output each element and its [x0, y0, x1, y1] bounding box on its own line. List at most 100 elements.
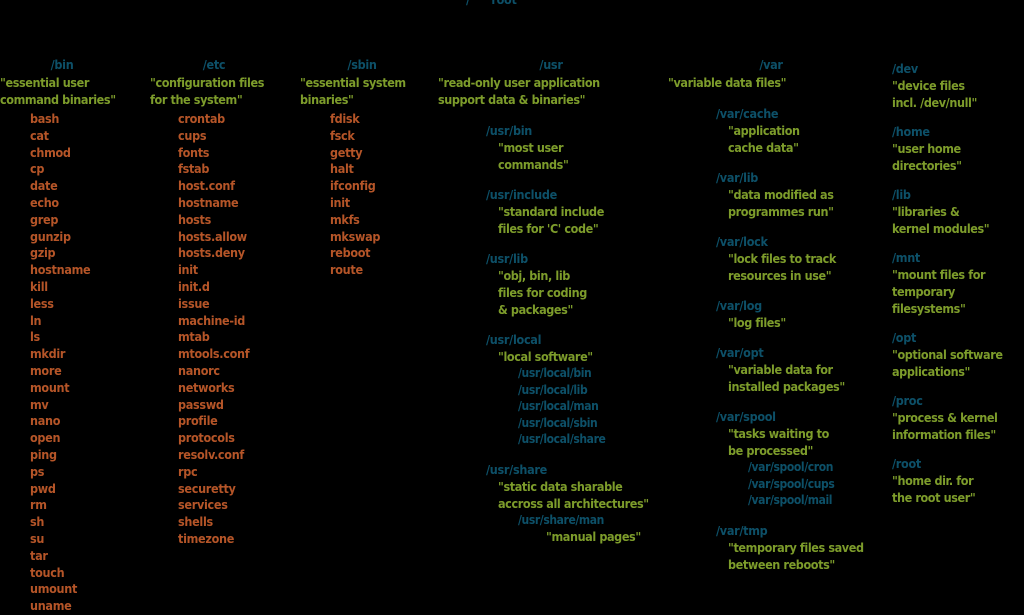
- subdirectory-description: "log files": [668, 314, 886, 331]
- file-entry: fstab: [178, 161, 210, 177]
- column-description-line: command binaries": [0, 92, 116, 107]
- file-entry: hostname: [30, 262, 91, 278]
- subdirectory-description-line: "log files": [728, 315, 786, 330]
- subdirectory-name: /usr/lib: [486, 251, 528, 266]
- file-entry: pwd: [30, 480, 56, 496]
- subdirectory-description-line: programmes run": [728, 204, 834, 219]
- subdirectory-name: /proc: [892, 393, 923, 408]
- subdirectory-description: "data modified as programmes run": [668, 186, 886, 220]
- nested-subdirectory-name: /usr/local/share: [518, 432, 606, 446]
- subdirectory-name: /dev: [892, 61, 918, 76]
- nested-subdirectory-name: /usr/share/man: [518, 512, 604, 527]
- subdirectory-description: "home dir. for the root user": [892, 472, 1024, 506]
- subdirectory-name: /var/lock: [716, 234, 768, 249]
- file-entry: route: [330, 262, 363, 278]
- subdirectory-description-line: "application: [728, 123, 800, 138]
- group-list-misc: /dev "device files incl. /dev/null"/home "u…: [892, 60, 1024, 506]
- subdirectory-description-line: kernel modules": [892, 221, 990, 236]
- directory-group: /lib "libraries & kernel modules": [892, 186, 1024, 237]
- file-entry: mv: [30, 396, 49, 412]
- file-entry: umount: [30, 581, 78, 597]
- file-entry: touch: [30, 564, 65, 580]
- column-description-line: "variable data files": [668, 75, 787, 90]
- subdirectory-description-line: "home dir. for: [892, 473, 974, 488]
- file-entry: resolv.conf: [178, 446, 245, 462]
- column-heading-var: /var: [759, 57, 783, 72]
- subdirectory-description-line: "lock files to track: [728, 251, 836, 266]
- column-description-sbin: "essential system binaries": [300, 74, 430, 108]
- column-description-usr: "read-only user application support data …: [438, 74, 666, 108]
- file-entry: sh: [30, 514, 45, 530]
- file-entry: cat: [30, 127, 49, 143]
- column-heading-etc: /etc: [202, 57, 226, 72]
- nested-subdirectory-description: "manual pages": [518, 528, 666, 545]
- file-entry: nanorc: [178, 362, 220, 378]
- file-entry: fonts: [178, 144, 210, 160]
- subdirectory-name: /opt: [892, 330, 917, 345]
- subdirectory-description-line: "static data sharable: [498, 478, 623, 494]
- subdirectory-description: "device files incl. /dev/null": [892, 77, 1024, 111]
- subdirectory-description: "temporary files saved between reboots": [668, 539, 886, 573]
- column-description-var: "variable data files": [668, 74, 886, 91]
- file-entry: fdisk: [330, 111, 360, 126]
- directory-group: /usr/bin "most user commands": [438, 122, 666, 173]
- subdirectory-description-line: "tasks waiting to: [728, 426, 829, 441]
- directory-group: /mnt "mount files for temporary filesystems…: [892, 249, 1024, 317]
- file-entry: init: [330, 194, 350, 210]
- subdirectory-description-line: "process & kernel: [892, 410, 998, 425]
- column-description-etc: "configuration files for the system": [150, 74, 298, 108]
- nested-subdirectory-name: /var/spool/cron: [748, 460, 833, 474]
- file-entry: init.d: [178, 278, 210, 294]
- file-entry: gzip: [30, 245, 56, 261]
- column-description-line: "essential user: [0, 75, 89, 90]
- file-entry: timezone: [178, 530, 235, 546]
- column-description-line: "read-only user application: [438, 75, 600, 90]
- file-entry: uname: [30, 598, 72, 614]
- file-entry: mkfs: [330, 211, 360, 227]
- nested-subdirectory-list: /var/spool/cron/var/spool/cups/var/spool…: [668, 459, 886, 509]
- subdirectory-description-line: "standard include: [498, 204, 604, 219]
- subdirectory-description-line: "local software": [498, 349, 593, 364]
- column-heading-bin: /bin: [50, 57, 74, 72]
- filesystem-hierarchy-diagram: / "root" /bin "essential user command bin…: [0, 0, 1024, 613]
- column-heading-usr: /usr: [539, 57, 563, 72]
- file-entry: ps: [30, 463, 45, 479]
- subdirectory-description-line: applications": [892, 364, 970, 379]
- subdirectory-description-line: accross all architectures": [498, 495, 649, 511]
- root-path: /: [466, 0, 470, 8]
- root-label: "root": [486, 0, 523, 8]
- subdirectory-description-line: & packages": [498, 302, 573, 317]
- subdirectory-description-line: directories": [892, 158, 962, 173]
- subdirectory-name: /var/log: [716, 298, 762, 313]
- nested-subdirectory-description-line: "manual pages": [546, 529, 641, 544]
- column-description-bin: "essential user command binaries": [0, 74, 148, 108]
- subdirectory-description: "mount files for temporary filesystems": [892, 266, 1024, 317]
- subdirectory-description: "obj, bin, lib files for coding & packages…: [438, 267, 666, 318]
- file-entry: less: [30, 295, 54, 311]
- nested-subdirectory-name: /usr/local/lib: [518, 382, 588, 397]
- subdirectory-description-line: cache data": [728, 140, 799, 155]
- file-entry: passwd: [178, 396, 224, 412]
- subdirectory-description-line: resources in use": [728, 268, 832, 283]
- file-entry: ping: [30, 446, 57, 462]
- file-entry: host.conf: [178, 178, 235, 194]
- subdirectory-description: "most user commands": [438, 139, 666, 173]
- file-entry: chmod: [30, 144, 71, 160]
- nested-subdirectory-name: /var/spool/cups: [748, 476, 835, 491]
- file-entry: reboot: [330, 245, 371, 261]
- file-entry: rm: [30, 497, 47, 513]
- file-entry: rpc: [178, 463, 198, 479]
- file-entry: protocols: [178, 430, 235, 446]
- directory-group: /dev "device files incl. /dev/null": [892, 60, 1024, 111]
- nested-subdirectory-name: /var/spool/mail: [748, 493, 833, 507]
- file-entry: kill: [30, 278, 48, 294]
- directory-group: /var/log "log files": [668, 297, 886, 331]
- directory-group: /usr/share "static data sharable accross a…: [438, 461, 666, 546]
- subdirectory-description: "application cache data": [668, 122, 886, 156]
- subdirectory-name: /root: [892, 456, 921, 471]
- file-entry: halt: [330, 161, 354, 177]
- column-description-line: for the system": [150, 92, 243, 107]
- directory-group: /proc "process & kernel information files": [892, 392, 1024, 443]
- subdirectory-description: "variable data for installed packages": [668, 361, 886, 395]
- group-list-usr: /usr/bin "most user commands"/usr/include "…: [438, 122, 666, 545]
